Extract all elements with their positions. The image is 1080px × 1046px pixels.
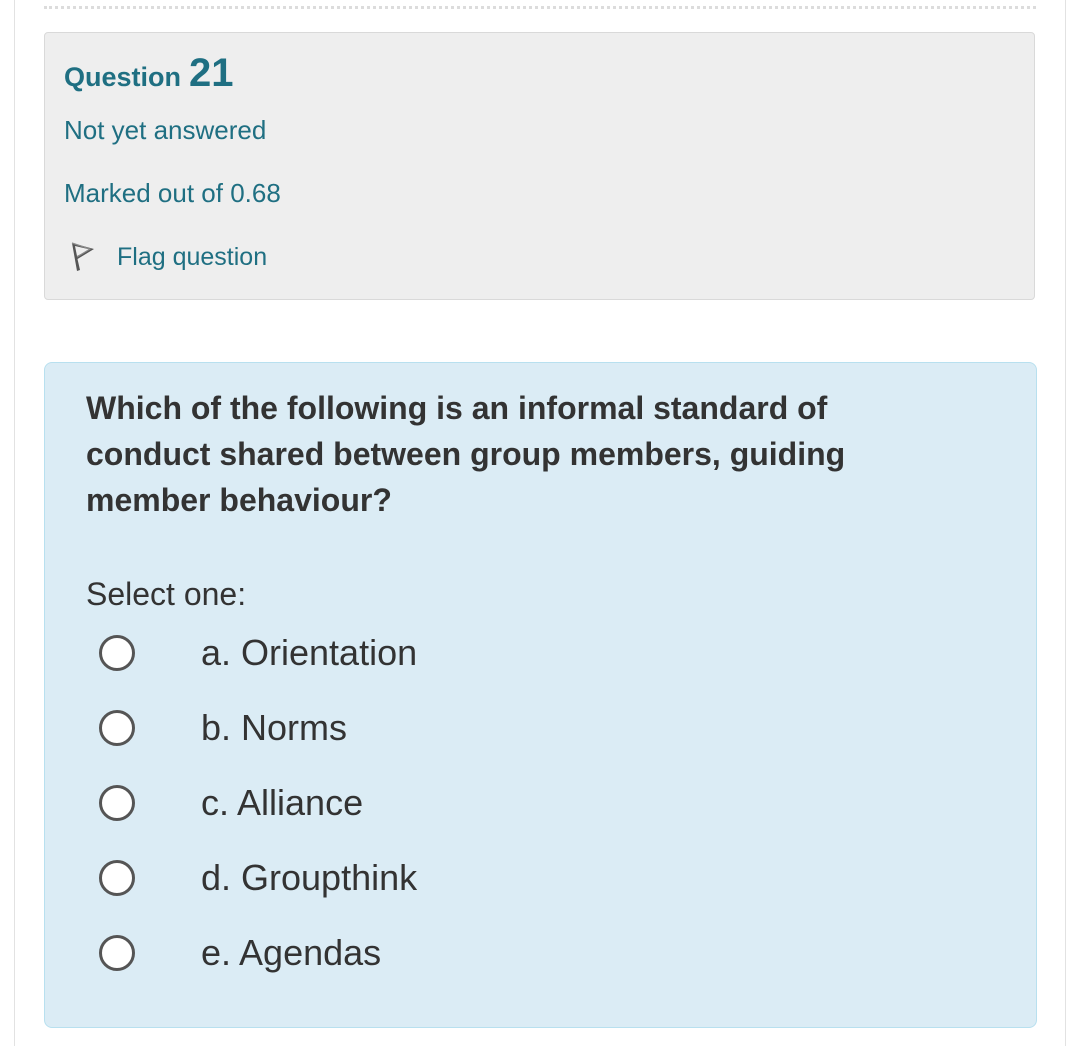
answer-option-b[interactable]: b. Norms — [45, 698, 1036, 758]
radio-button-b[interactable] — [99, 710, 135, 746]
answer-label-c[interactable]: c. Alliance — [201, 782, 363, 824]
answer-option-d[interactable]: d. Groupthink — [45, 848, 1036, 908]
page-frame-right — [1065, 0, 1066, 1046]
question-grade: Marked out of 0.68 — [64, 178, 281, 208]
question-number: Question 21 — [64, 51, 1015, 95]
page-frame-left — [14, 0, 15, 1046]
flag-icon — [71, 242, 94, 271]
answer-option-a[interactable]: a. Orientation — [45, 623, 1036, 683]
question-content-panel: Which of the following is an informal st… — [44, 362, 1037, 1028]
radio-button-c[interactable] — [99, 785, 135, 821]
answer-label-d[interactable]: d. Groupthink — [201, 857, 417, 899]
answer-option-c[interactable]: c. Alliance — [45, 773, 1036, 833]
question-number-value: 21 — [189, 51, 234, 95]
question-info-panel: Question 21 Not yet answered Marked out … — [44, 32, 1035, 300]
flag-question-button[interactable]: Flag question — [64, 241, 1015, 273]
question-text: Which of the following is an informal st… — [86, 390, 846, 518]
answer-label-e[interactable]: e. Agendas — [201, 932, 381, 974]
answer-label-b[interactable]: b. Norms — [201, 707, 347, 749]
question-state: Not yet answered — [64, 115, 267, 145]
question-number-label: Question — [64, 62, 182, 92]
answer-label-a[interactable]: a. Orientation — [201, 632, 417, 674]
select-one-prompt: Select one: — [86, 576, 247, 612]
radio-button-d[interactable] — [99, 860, 135, 896]
section-divider — [44, 6, 1036, 9]
radio-button-a[interactable] — [99, 635, 135, 671]
answer-option-e[interactable]: e. Agendas — [45, 923, 1036, 983]
radio-button-e[interactable] — [99, 935, 135, 971]
flag-question-label[interactable]: Flag question — [117, 243, 267, 272]
